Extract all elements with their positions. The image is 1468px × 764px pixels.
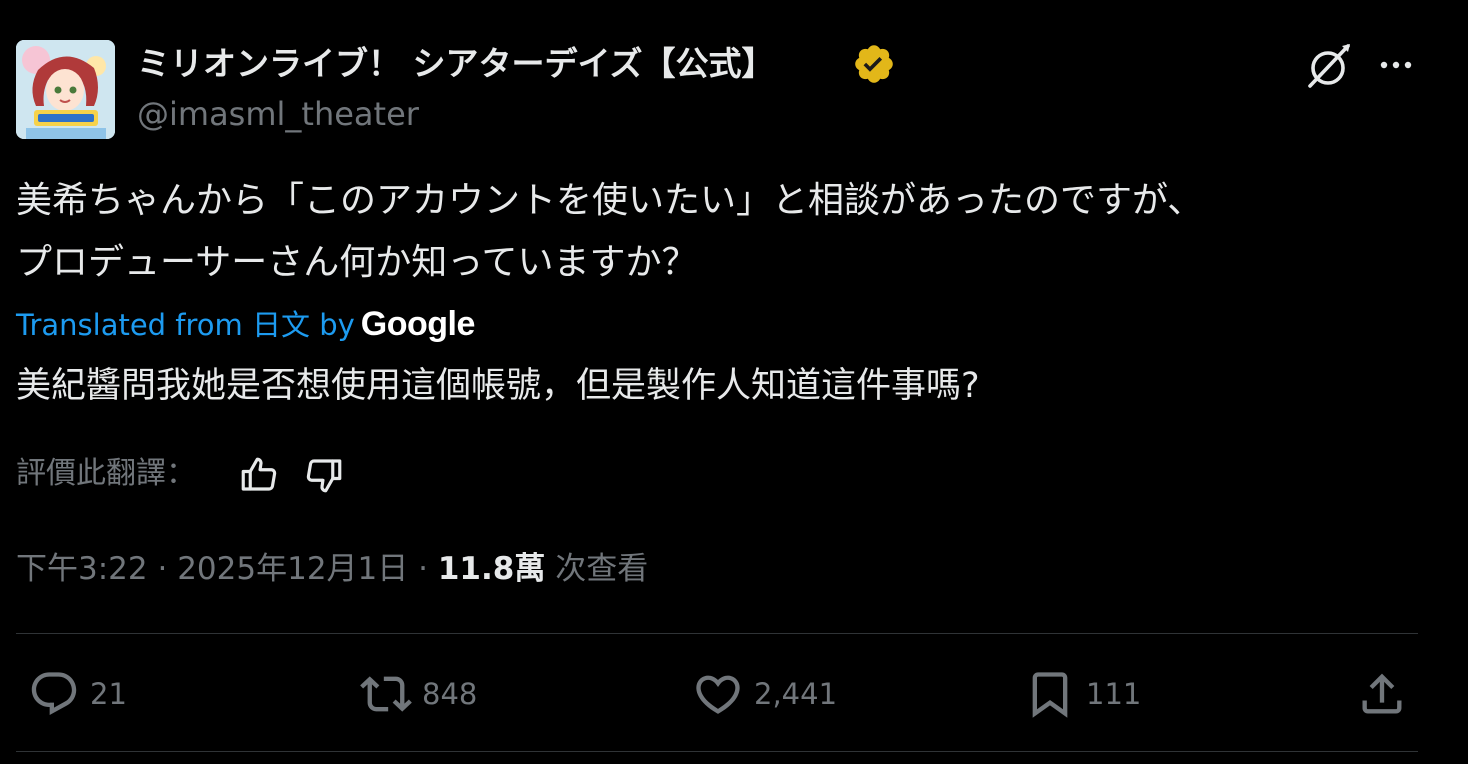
meta-separator: · (157, 551, 168, 587)
view-count: 11.8萬 (437, 551, 546, 587)
tweet-time[interactable]: 下午3:22 (16, 551, 148, 587)
divider (16, 751, 1418, 752)
author-name[interactable]: ミリオンライブ！ シアターデイズ【公式】 (137, 40, 775, 88)
repost-icon (360, 676, 412, 712)
translated-text: 美紀醬問我她是否想使用這個帳號，但是製作人知道這件事嗎? (16, 366, 980, 406)
avatar[interactable] (16, 40, 115, 139)
bookmark-button[interactable]: 111 (1024, 668, 1141, 720)
translation-notice[interactable]: Translated from 日文 by Google (16, 300, 475, 349)
repost-count: 848 (422, 677, 478, 711)
reply-count: 21 (90, 677, 127, 711)
tweet-text: 美希ちゃんから「このアカウントを使いたい」と相談があったのですが、 プロデューサ… (16, 180, 1204, 283)
verified-badge-icon (852, 42, 896, 86)
thumbs-down-icon[interactable] (303, 454, 345, 496)
rate-translation-label: 評價此翻譯： (16, 456, 196, 491)
bookmark-icon (1032, 672, 1068, 718)
reply-button[interactable]: 21 (28, 668, 127, 720)
google-logo: Google (360, 305, 476, 343)
divider (16, 633, 1418, 634)
reply-icon (31, 672, 77, 716)
like-count: 2,441 (754, 677, 838, 711)
tweet-meta: 下午3:22 · 2025年12月1日 · 11.8萬 次查看 (16, 544, 648, 594)
thumbs-up-icon[interactable] (238, 454, 280, 496)
share-button[interactable] (1356, 668, 1408, 720)
like-icon (696, 675, 740, 714)
like-button[interactable]: 2,441 (692, 668, 837, 720)
bookmark-count: 111 (1086, 677, 1142, 711)
grok-icon[interactable] (1302, 42, 1354, 90)
avatar-image (16, 40, 115, 139)
view-count-label: 次查看 (555, 551, 649, 587)
repost-button[interactable]: 848 (360, 668, 477, 720)
meta-separator: · (418, 551, 428, 587)
author-handle[interactable]: @imasml_theater (137, 92, 419, 136)
tweet-date[interactable]: 2025年12月1日 (177, 551, 408, 587)
share-icon (1362, 673, 1402, 714)
translated-from-label: Translated from 日文 by (16, 308, 355, 342)
more-icon[interactable] (1376, 52, 1416, 78)
